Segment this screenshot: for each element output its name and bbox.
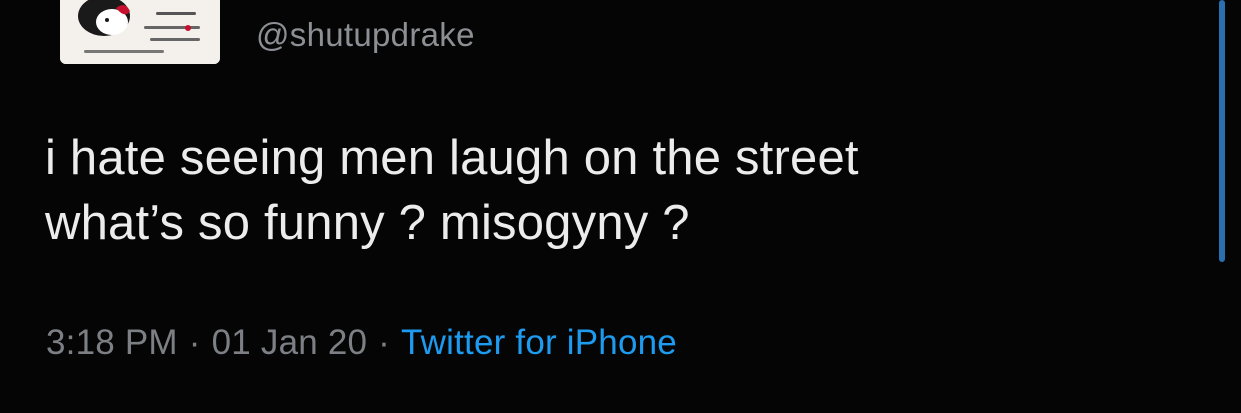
scrollbar-thumb[interactable] — [1219, 0, 1225, 262]
tweet-meta: 3:18 PM · 01 Jan 20 · Twitter for iPhone — [46, 323, 677, 363]
tweet-time: 3:18 PM — [46, 323, 178, 362]
tweet: @shutupdrake i hate seeing men laugh on … — [0, 0, 1241, 413]
meta-separator: · — [188, 323, 201, 362]
meta-separator: · — [378, 323, 391, 362]
tweet-handle[interactable]: @shutupdrake — [256, 16, 475, 54]
tweet-text-line: what’s so funny ? misogyny ? — [45, 196, 690, 250]
tweet-text: i hate seeing men laugh on the street wh… — [45, 126, 1195, 256]
avatar[interactable] — [60, 0, 220, 64]
tweet-date[interactable]: 01 Jan 20 — [212, 323, 368, 362]
scroll-track — [1215, 0, 1241, 413]
avatar-image-icon — [60, 0, 220, 64]
tweet-text-line: i hate seeing men laugh on the street — [45, 131, 859, 185]
tweet-source-link[interactable]: Twitter for iPhone — [401, 323, 677, 362]
